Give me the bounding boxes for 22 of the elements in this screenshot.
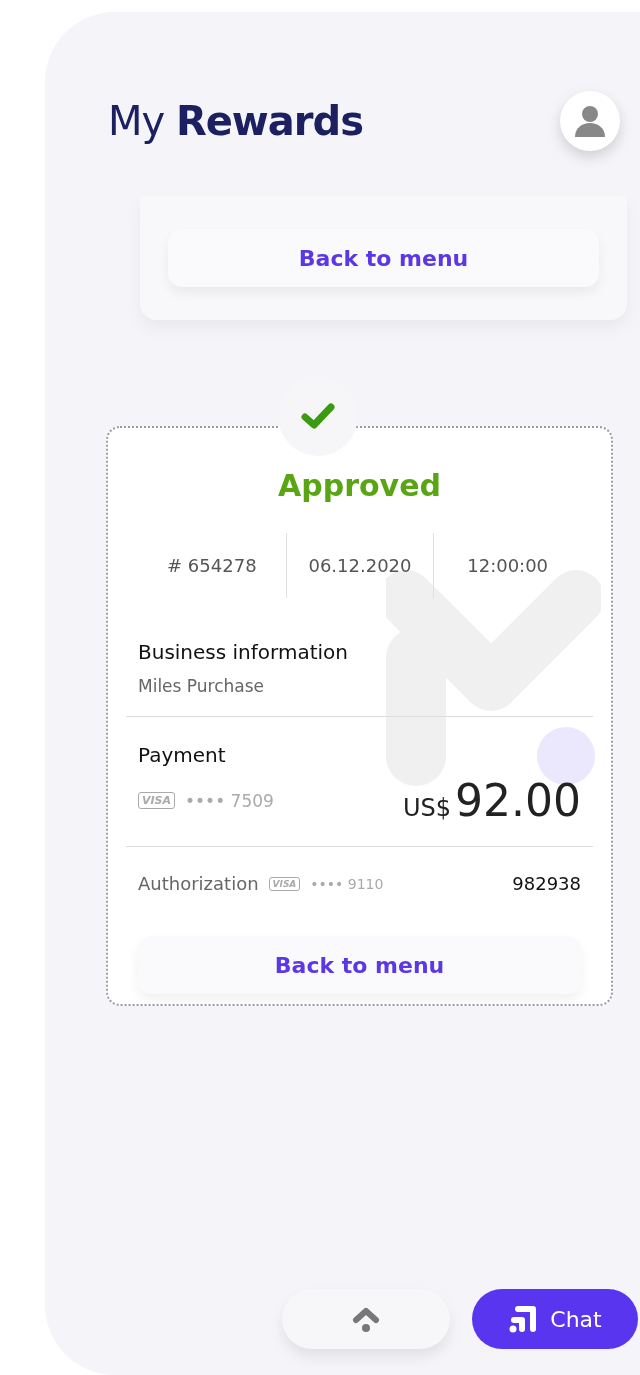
- card-brand-icon: VISA: [268, 876, 301, 891]
- section-heading: Payment: [138, 743, 227, 767]
- section-heading: Business information: [138, 640, 349, 664]
- receipt-meta-text: # 654278: [166, 554, 258, 578]
- receipt-meta-text: 06.12.2020: [285, 533, 434, 598]
- user-icon: [572, 103, 608, 139]
- payment-amount: US$92.00: [402, 775, 581, 826]
- check-icon: [300, 402, 335, 430]
- chat-button[interactable]: Chat: [472, 1289, 638, 1349]
- authorization-code: 982938: [512, 873, 581, 894]
- chat-icon: [508, 1304, 539, 1334]
- avatar-button[interactable]: [560, 91, 620, 151]
- card-number: •••• 7509: [185, 790, 274, 811]
- card-brand-icon: VISA: [138, 792, 176, 809]
- page-title: My Rewards: [108, 98, 363, 144]
- business-name: Miles Purchase: [138, 676, 266, 696]
- status-text: Approved: [277, 468, 442, 503]
- back-to-menu-button[interactable]: Back to menu: [168, 229, 599, 287]
- receipt-meta-text: 12:00:00: [433, 533, 581, 598]
- card-number: •••• 9110: [310, 875, 384, 892]
- authorization-label: Authorization: [138, 873, 259, 894]
- back-to-menu-button[interactable]: Back to menu: [138, 936, 581, 994]
